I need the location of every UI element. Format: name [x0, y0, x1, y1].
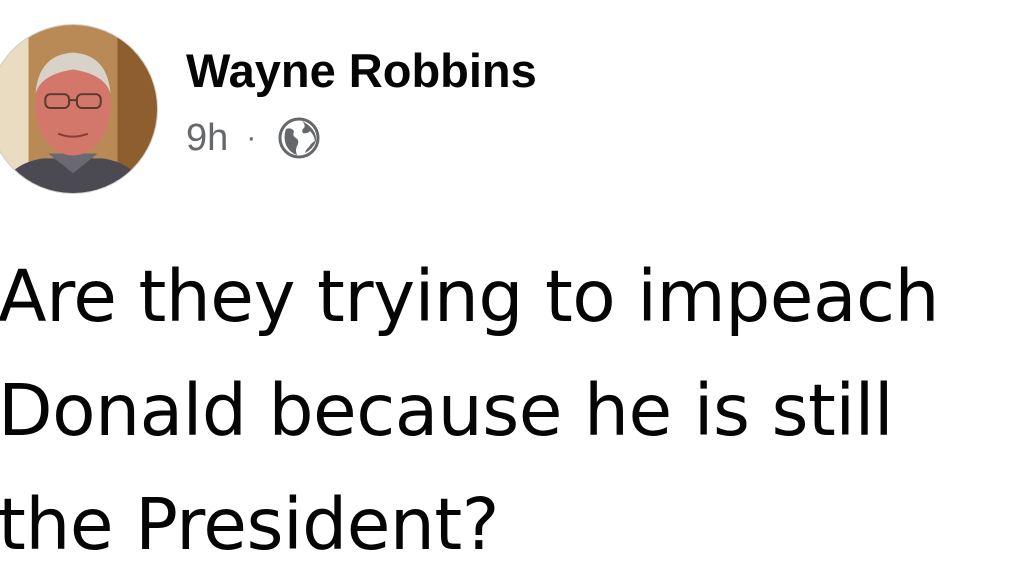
post-body-text: Are they trying to impeach Donald becaus… — [0, 255, 940, 566]
meta-separator: · — [246, 121, 257, 154]
author-name[interactable]: Wayne Robbins — [186, 44, 537, 98]
avatar-photo — [0, 25, 157, 193]
author-avatar[interactable] — [0, 24, 158, 194]
post-time[interactable]: 9h — [186, 117, 228, 160]
globe-icon[interactable] — [276, 115, 322, 161]
post-card: Wayne Robbins 9h · Are they trying to im… — [0, 0, 1024, 566]
post-meta: 9h · — [186, 112, 322, 164]
